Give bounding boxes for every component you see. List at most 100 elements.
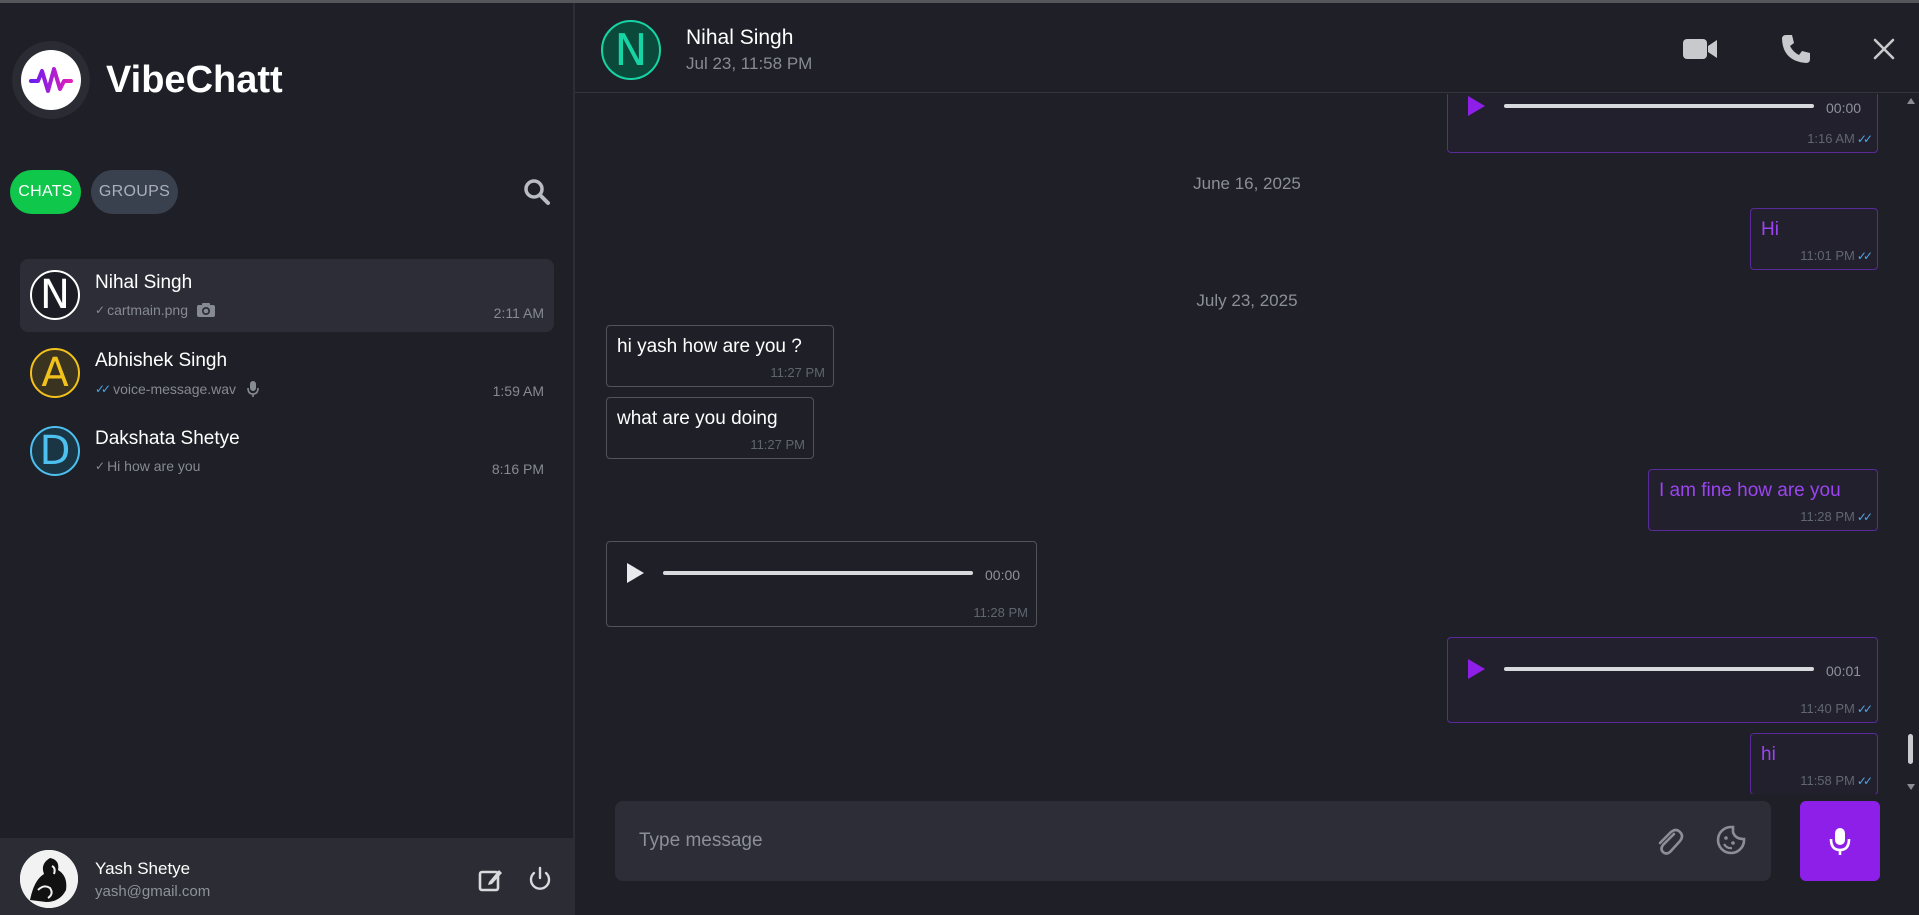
user-avatar-image (20, 850, 78, 908)
date-separator: July 23, 2025 (1196, 291, 1298, 310)
message-scrollbar[interactable] (1905, 94, 1919, 794)
date-separator: June 16, 2025 (1193, 174, 1301, 193)
play-button[interactable] (1466, 95, 1486, 122)
read-ticks-icon: ✓✓ (1856, 509, 1873, 524)
message-list: 00:00 1:16 AM ✓✓ June 16, 2025 Hi 11:01 … (575, 94, 1919, 794)
chat-list: N Nihal Singh ✓ cartmain.png 2:11 AM A A… (20, 259, 554, 493)
avatar: N (30, 270, 80, 320)
chat-item-abhishek-singh[interactable]: A Abhishek Singh ✓✓ voice-message.wav 1:… (20, 337, 554, 410)
video-call-button[interactable] (1682, 37, 1718, 66)
chat-header: N Nihal Singh Jul 23, 11:58 PM (575, 3, 1919, 93)
sent-tick-icon: ✓ (95, 459, 106, 473)
chat-preview: ✓ cartmain.png (95, 302, 216, 318)
message-audio-incoming: 00:00 11:28 PM (606, 541, 1037, 627)
search-icon (524, 179, 550, 205)
chat-time: 8:16 PM (491, 461, 544, 477)
message-audio-outgoing: 00:01 11:40 PM ✓✓ (1447, 637, 1878, 723)
scroll-down-arrow-icon[interactable] (1907, 784, 1915, 790)
read-ticks-icon: ✓✓ (1856, 701, 1873, 716)
audio-duration: 00:01 (1826, 663, 1862, 679)
close-chat-button[interactable] (1872, 37, 1896, 66)
message-text: I am fine how are you (1659, 480, 1841, 501)
read-ticks-icon: ✓✓ (1856, 248, 1873, 263)
audio-progress-track[interactable] (1504, 104, 1814, 108)
chat-item-nihal-singh[interactable]: N Nihal Singh ✓ cartmain.png 2:11 AM (20, 259, 554, 332)
message-time-text: 1:16 AM (1807, 131, 1855, 146)
chat-name: Dakshata Shetye (95, 428, 240, 449)
message-composer (615, 801, 1771, 881)
scroll-up-arrow-icon[interactable] (1907, 98, 1915, 104)
chat-preview-text: voice-message.wav (113, 381, 237, 397)
message-time: 1:16 AM ✓✓ (1807, 131, 1873, 146)
close-icon (1873, 38, 1895, 60)
chat-name: Nihal Singh (95, 272, 193, 293)
message-text: hi (1761, 744, 1776, 765)
chat-time: 2:11 AM (493, 305, 544, 321)
chat-preview: ✓ Hi how are you (95, 458, 200, 474)
brand: VibeChatt (12, 41, 283, 119)
record-voice-button[interactable] (1800, 801, 1880, 881)
avatar: D (30, 426, 80, 476)
message-time-text: 11:01 PM (1800, 248, 1855, 263)
message-time: 11:27 PM (750, 437, 805, 452)
edit-profile-button[interactable] (477, 866, 505, 894)
message-text: hi yash how are you ? (617, 336, 802, 357)
tab-groups[interactable]: GROUPS (91, 170, 178, 214)
last-seen: Jul 23, 11:58 PM (686, 54, 813, 73)
chat-time: 1:59 AM (492, 383, 544, 399)
waveform-logo-icon (29, 67, 73, 93)
message-time: 11:40 PM ✓✓ (1800, 701, 1873, 716)
app-name: VibeChatt (106, 58, 283, 101)
chat-tabs: CHATS GROUPS (10, 170, 178, 214)
message-time: 11:58 PM ✓✓ (1800, 773, 1873, 788)
mic-icon (1829, 828, 1851, 855)
user-email: yash@gmail.com (95, 883, 211, 900)
play-button[interactable] (625, 562, 645, 589)
audio-progress-track[interactable] (663, 571, 973, 575)
tab-chats[interactable]: CHATS (10, 170, 81, 214)
play-icon (1468, 96, 1485, 116)
user-name: Yash Shetye (95, 859, 191, 878)
chat-preview: ✓✓ voice-message.wav (95, 380, 260, 398)
chat-preview-text: Hi how are you (107, 458, 201, 474)
message-time: 11:28 PM ✓✓ (1800, 509, 1873, 524)
message-input[interactable] (639, 823, 1619, 859)
profile-bar: Yash Shetye yash@gmail.com (0, 838, 573, 915)
message-text-outgoing: hi 11:58 PM ✓✓ (1750, 733, 1878, 794)
contact-name: Nihal Singh (686, 26, 794, 49)
sent-tick-icon: ✓ (95, 303, 106, 317)
play-button[interactable] (1466, 658, 1486, 685)
logout-button[interactable] (526, 865, 554, 893)
sidebar: VibeChatt CHATS GROUPS N Nihal Singh ✓ c… (0, 3, 575, 915)
audio-duration: 00:00 (985, 567, 1021, 583)
message-time: 11:01 PM ✓✓ (1800, 248, 1873, 263)
message-time-text: 11:40 PM (1800, 701, 1855, 716)
avatar: A (30, 348, 80, 398)
attach-button[interactable] (1652, 825, 1686, 859)
sticker-button[interactable] (1715, 824, 1747, 856)
chat-panel: N Nihal Singh Jul 23, 11:58 PM 00:00 1:1… (575, 3, 1919, 915)
message-time: 11:27 PM (770, 365, 825, 380)
message-time-text: 11:58 PM (1800, 773, 1855, 788)
message-text-outgoing: Hi 11:01 PM ✓✓ (1750, 208, 1878, 270)
contact-avatar[interactable]: N (601, 20, 661, 80)
read-ticks-icon: ✓✓ (1856, 773, 1873, 788)
power-icon (529, 866, 551, 890)
message-time-text: 11:28 PM (1800, 509, 1855, 524)
user-avatar[interactable] (20, 850, 78, 908)
read-ticks-icon: ✓✓ (95, 382, 111, 396)
search-button[interactable] (522, 177, 552, 207)
audio-duration: 00:00 (1826, 100, 1862, 116)
audio-progress-track[interactable] (1504, 667, 1814, 671)
app-logo (12, 41, 90, 119)
message-time: 11:28 PM (973, 605, 1028, 620)
camera-icon (197, 303, 215, 317)
voice-call-button[interactable] (1780, 33, 1812, 70)
mic-icon (247, 381, 259, 397)
scrollbar-thumb[interactable] (1908, 734, 1913, 764)
read-ticks-icon: ✓✓ (1856, 131, 1873, 146)
chat-item-dakshata-shetye[interactable]: D Dakshata Shetye ✓ Hi how are you 8:16 … (20, 415, 554, 488)
play-icon (1468, 659, 1485, 679)
message-text-incoming: what are you doing 11:27 PM (606, 397, 814, 459)
message-text-incoming: hi yash how are you ? 11:27 PM (606, 325, 834, 387)
